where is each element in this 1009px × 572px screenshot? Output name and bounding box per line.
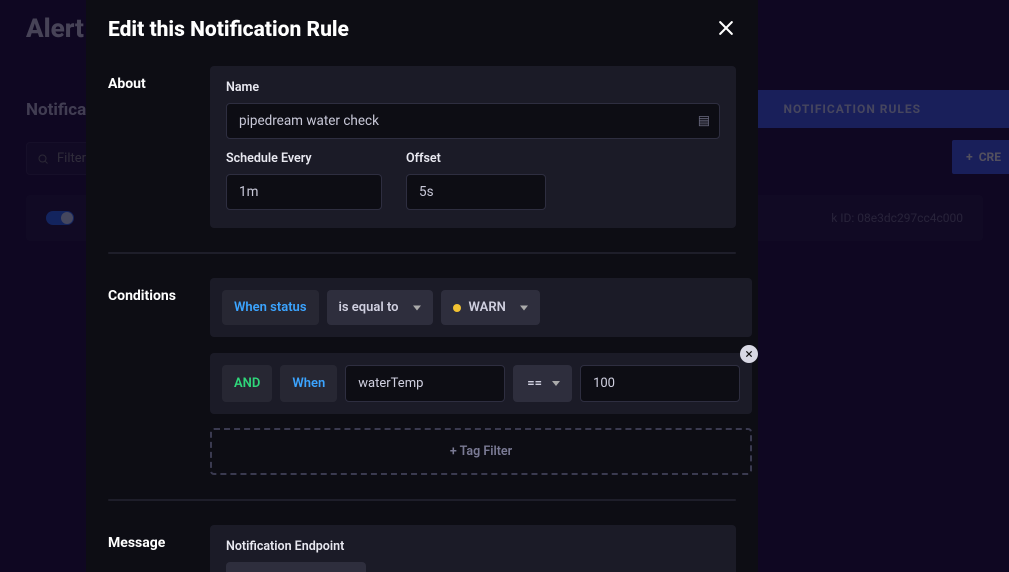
input-badge-icon: ▤ [698,114,710,129]
tag-key-input[interactable] [345,365,505,402]
section-about-label: About [108,66,190,92]
name-label: Name [226,80,720,95]
when-pill: When [280,365,337,402]
divider [108,499,736,501]
level-dropdown-label: WARN [469,300,506,315]
close-small-icon [745,350,753,358]
divider [108,252,736,254]
warn-dot-icon [453,304,461,312]
modal-title: Edit this Notification Rule [108,18,736,42]
condition-row-status: When status is equal to WARN [210,278,752,337]
section-conditions-label: Conditions [108,278,190,304]
level-dropdown[interactable]: WARN [441,290,540,325]
name-input[interactable] [226,103,720,139]
section-message: Message Notification Endpoint Pipedream … [108,525,736,572]
offset-label: Offset [406,151,546,166]
remove-condition-button[interactable] [740,345,758,363]
section-message-body: Notification Endpoint Pipedream we… [210,525,736,572]
and-pill: AND [222,365,272,402]
endpoint-label: Notification Endpoint [226,539,720,554]
schedule-input[interactable] [226,174,382,210]
close-button[interactable] [716,18,736,42]
section-about: About Name ▤ Schedule Every Offset [108,66,736,228]
when-status-pill: When status [222,290,319,325]
operator-dropdown[interactable]: == [513,365,572,402]
add-tag-filter-button[interactable]: + Tag Filter [210,428,752,475]
section-message-label: Message [108,525,190,551]
endpoint-dropdown[interactable]: Pipedream we… [226,562,366,572]
section-conditions: Conditions When status is equal to WARN [108,278,736,475]
close-icon [716,18,736,38]
schedule-label: Schedule Every [226,151,382,166]
section-about-body: Name ▤ Schedule Every Offset [210,66,736,228]
comparator-dropdown[interactable]: is equal to [327,290,433,325]
edit-rule-modal: Edit this Notification Rule About Name ▤… [86,0,758,572]
operator-label: == [527,376,542,391]
offset-input[interactable] [406,174,546,210]
tag-value-input[interactable] [580,365,740,402]
condition-row-tag: AND When == [210,353,752,414]
